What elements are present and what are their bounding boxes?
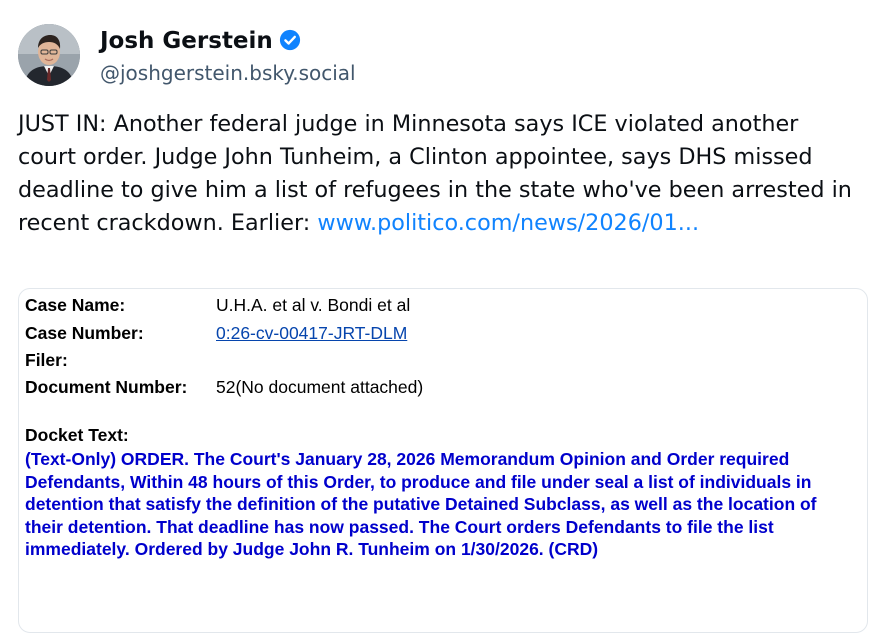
case-name-label: Case Name: [25,295,126,315]
avatar[interactable] [18,24,80,86]
docket-text-label: Docket Text: [25,425,129,445]
author-name-row[interactable]: Josh Gerstein [100,26,301,56]
image-embed[interactable]: Case Name: U.H.A. et al v. Bondi et al C… [18,288,868,633]
filer-label: Filer: [25,350,68,370]
avatar-photo [18,24,80,86]
post-text: JUST IN: Another federal judge in Minnes… [18,108,863,240]
case-number-link[interactable]: 0:26-cv-00417-JRT-DLM [216,322,407,344]
document-number: 52(No document attached) [216,377,424,397]
author-handle[interactable]: @joshgerstein.bsky.social [100,60,356,86]
post-link[interactable]: www.politico.com/news/2026/01... [317,210,699,236]
author-name[interactable]: Josh Gerstein [100,28,273,54]
case-number-label: Case Number: [25,323,144,343]
docket-text: (Text-Only) ORDER. The Court's January 2… [25,449,817,559]
post: Josh Gerstein @joshgerstein.bsky.social … [0,0,870,639]
case-name: U.H.A. et al v. Bondi et al [216,295,411,315]
verified-badge-icon [279,29,300,51]
document-number-label: Document Number: [25,377,188,397]
